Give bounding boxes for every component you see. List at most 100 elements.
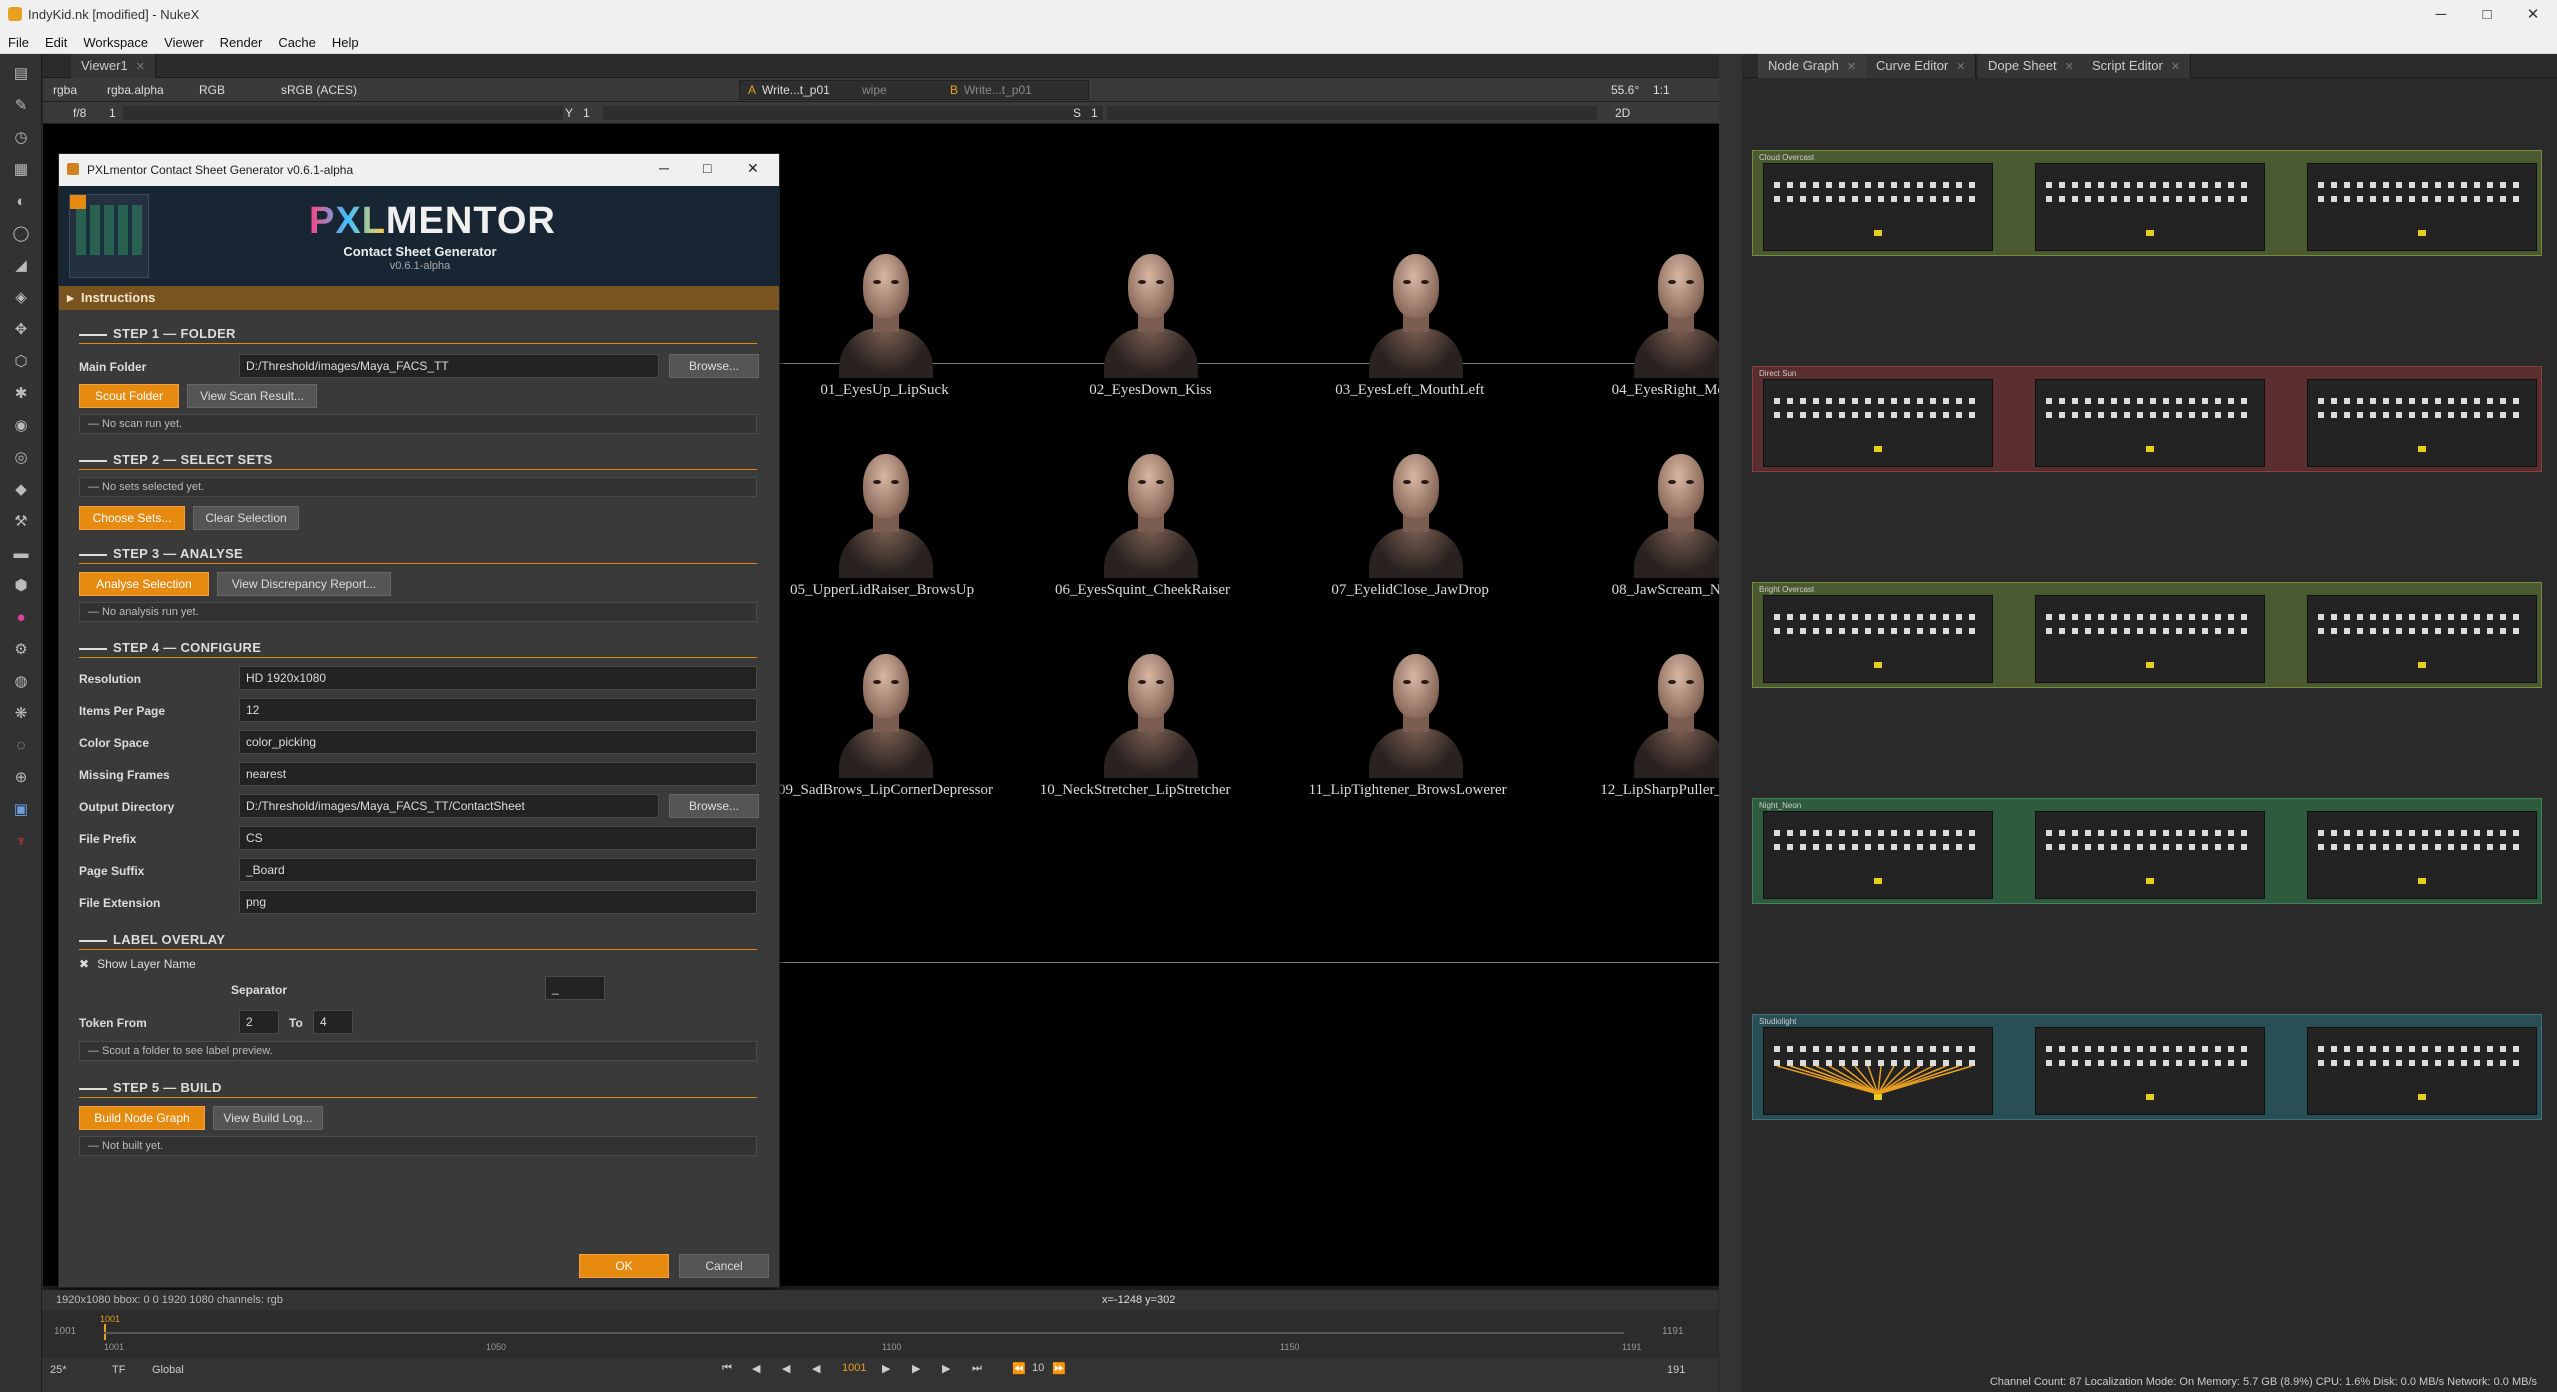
node-group[interactable] [2035, 379, 2265, 467]
ratio-dropdown[interactable]: 1:1 [1653, 80, 1670, 100]
furnace-icon[interactable]: ⬢ [11, 576, 31, 596]
backdrop-node[interactable]: Direct Sun [1752, 366, 2542, 472]
token-from-spinner[interactable]: 2 [239, 1010, 279, 1034]
missing-frames-dropdown[interactable]: nearest [239, 762, 757, 786]
increment-field[interactable]: 10 [1032, 1362, 1044, 1374]
timeline-ruler[interactable]: 1001 1001 1001 1050 1100 1150 1191 1191 [42, 1310, 1718, 1358]
analyse-selection-button[interactable]: Analyse Selection [79, 572, 209, 596]
other-icon[interactable]: ▬ [11, 544, 31, 564]
wipe-dropdown[interactable]: wipe [862, 80, 887, 100]
close-button[interactable]: ✕ [2510, 0, 2556, 30]
particles-icon[interactable]: ✱ [11, 384, 31, 404]
gear-icon[interactable]: ⚙ [11, 640, 31, 660]
page-suffix-input[interactable]: _Board [239, 858, 757, 882]
image-icon[interactable]: ▤ [11, 64, 31, 84]
close-icon[interactable]: ✕ [2171, 61, 2180, 73]
items-per-page-spinner[interactable]: 12 [239, 698, 757, 722]
saturation-slider[interactable] [1107, 106, 1597, 120]
timeline-start-field[interactable]: 1001 [54, 1326, 76, 1337]
zoom-dropdown[interactable]: 55.6° [1611, 80, 1639, 100]
show-layer-checkbox[interactable]: ✖ Show Layer Name [79, 957, 196, 971]
colorspace-dropdown[interactable]: sRGB (ACES) [281, 80, 357, 100]
node-group[interactable] [1763, 379, 1993, 467]
range-scope-dropdown[interactable]: Global [152, 1364, 184, 1376]
close-icon[interactable]: ✕ [2065, 61, 2074, 73]
menu-cache[interactable]: Cache [270, 30, 324, 55]
node-graph-panel[interactable]: Node Graph ✕ Curve Editor ✕ Dope Sheet ✕ Sc… [1742, 54, 2557, 1392]
output-directory-input[interactable]: D:/Threshold/images/Maya_FACS_TT/Contact… [239, 794, 659, 818]
menu-help[interactable]: Help [324, 30, 367, 55]
node-group[interactable] [2035, 811, 2265, 899]
minimize-button[interactable]: ─ [2418, 0, 2464, 30]
instructions-header[interactable]: ▶ Instructions [59, 286, 779, 310]
node-group[interactable] [2035, 1027, 2265, 1115]
input-b-dropdown[interactable]: Write...t_p01 [964, 80, 1032, 100]
backdrop-node[interactable]: Bright Overcast [1752, 582, 2542, 688]
tab-dope-sheet[interactable]: Dope Sheet ✕ [1978, 54, 2085, 78]
view-build-log-button[interactable]: View Build Log... [213, 1106, 323, 1130]
main-folder-browse-button[interactable]: Browse... [669, 354, 759, 378]
cancel-button[interactable]: Cancel [679, 1254, 769, 1278]
transform-icon[interactable]: ✥ [11, 320, 31, 340]
resolution-dropdown[interactable]: HD 1920x1080 [239, 666, 757, 690]
clear-selection-button[interactable]: Clear Selection [193, 506, 299, 530]
next-key-icon[interactable]: ▶ [942, 1362, 950, 1375]
timeline-end-field[interactable]: 1191 [1662, 1326, 1684, 1337]
node-group[interactable] [2307, 811, 2537, 899]
toolsets-icon[interactable]: ⚒ [11, 512, 31, 532]
target-icon[interactable]: ⊕ [11, 768, 31, 788]
node-group[interactable] [2307, 379, 2537, 467]
alpha-dropdown[interactable]: rgba.alpha [107, 80, 164, 100]
screen-icon[interactable]: ▣ [11, 800, 31, 820]
views-icon[interactable]: ◎ [11, 448, 31, 468]
gamma-field[interactable]: 1 [583, 103, 590, 123]
node-group[interactable] [1763, 163, 1993, 251]
menu-file[interactable]: File [0, 30, 37, 55]
last-frame-icon[interactable]: ⏭ [972, 1362, 982, 1375]
close-icon[interactable]: ✕ [1847, 61, 1856, 73]
dialog-maximize-button[interactable]: □ [703, 160, 711, 176]
file-prefix-input[interactable]: CS [239, 826, 757, 850]
node-group[interactable] [2035, 595, 2265, 683]
backdrop-node[interactable]: Cloud Overcast [1752, 150, 2542, 256]
build-node-graph-button[interactable]: Build Node Graph [79, 1106, 205, 1130]
step-forward-icon[interactable]: ▶ [912, 1362, 920, 1375]
view-scan-result-button[interactable]: View Scan Result... [187, 384, 317, 408]
step-back-icon[interactable]: ◀ [782, 1362, 790, 1375]
view-mode-dropdown[interactable]: 2D [1615, 103, 1630, 123]
tab-script-editor[interactable]: Script Editor ✕ [2082, 54, 2192, 78]
close-icon[interactable]: ✕ [136, 61, 145, 73]
node-group[interactable] [1763, 1027, 1993, 1115]
node-group[interactable] [1763, 595, 1993, 683]
saturation-field[interactable]: 1 [1091, 103, 1098, 123]
first-frame-icon[interactable]: ⏮ [722, 1362, 732, 1375]
menu-workspace[interactable]: Workspace [75, 30, 156, 55]
metadata-icon[interactable]: ◆ [11, 480, 31, 500]
input-a-dropdown[interactable]: Write...t_p01 [762, 80, 830, 100]
deep-icon[interactable]: ◉ [11, 416, 31, 436]
view-discrepancy-report-button[interactable]: View Discrepancy Report... [217, 572, 391, 596]
tf-dropdown[interactable]: TF [112, 1364, 125, 1376]
color-icon[interactable]: ◐ [11, 192, 31, 212]
node-group[interactable] [2307, 1027, 2537, 1115]
cluster-icon[interactable]: ❋ [11, 704, 31, 724]
menu-viewer[interactable]: Viewer [156, 30, 212, 55]
skip-forward-icon[interactable]: ⏩ [1052, 1362, 1066, 1375]
node-group[interactable] [1763, 811, 1993, 899]
merge-icon[interactable]: ◈ [11, 288, 31, 308]
frame-field[interactable]: 1 [109, 103, 116, 123]
channels-dropdown[interactable]: rgba [53, 80, 77, 100]
color-space-dropdown[interactable]: color_picking [239, 730, 757, 754]
token-to-spinner[interactable]: 4 [313, 1010, 353, 1034]
globe-icon[interactable]: ◍ [11, 672, 31, 692]
node-group[interactable] [2307, 163, 2537, 251]
current-frame-field[interactable]: 1001 [842, 1362, 866, 1374]
tab-curve-editor[interactable]: Curve Editor ✕ [1866, 54, 1977, 78]
ok-button[interactable]: OK [579, 1254, 669, 1278]
3d-icon[interactable]: ⬡ [11, 352, 31, 372]
red-plugin-icon[interactable]: ♆ [11, 832, 31, 852]
prev-key-icon[interactable]: ◀ [752, 1362, 760, 1375]
gain-slider[interactable] [123, 106, 563, 120]
range-end-field[interactable]: 191 [1667, 1364, 1685, 1376]
fstop-dropdown[interactable]: f/8 [73, 103, 86, 123]
